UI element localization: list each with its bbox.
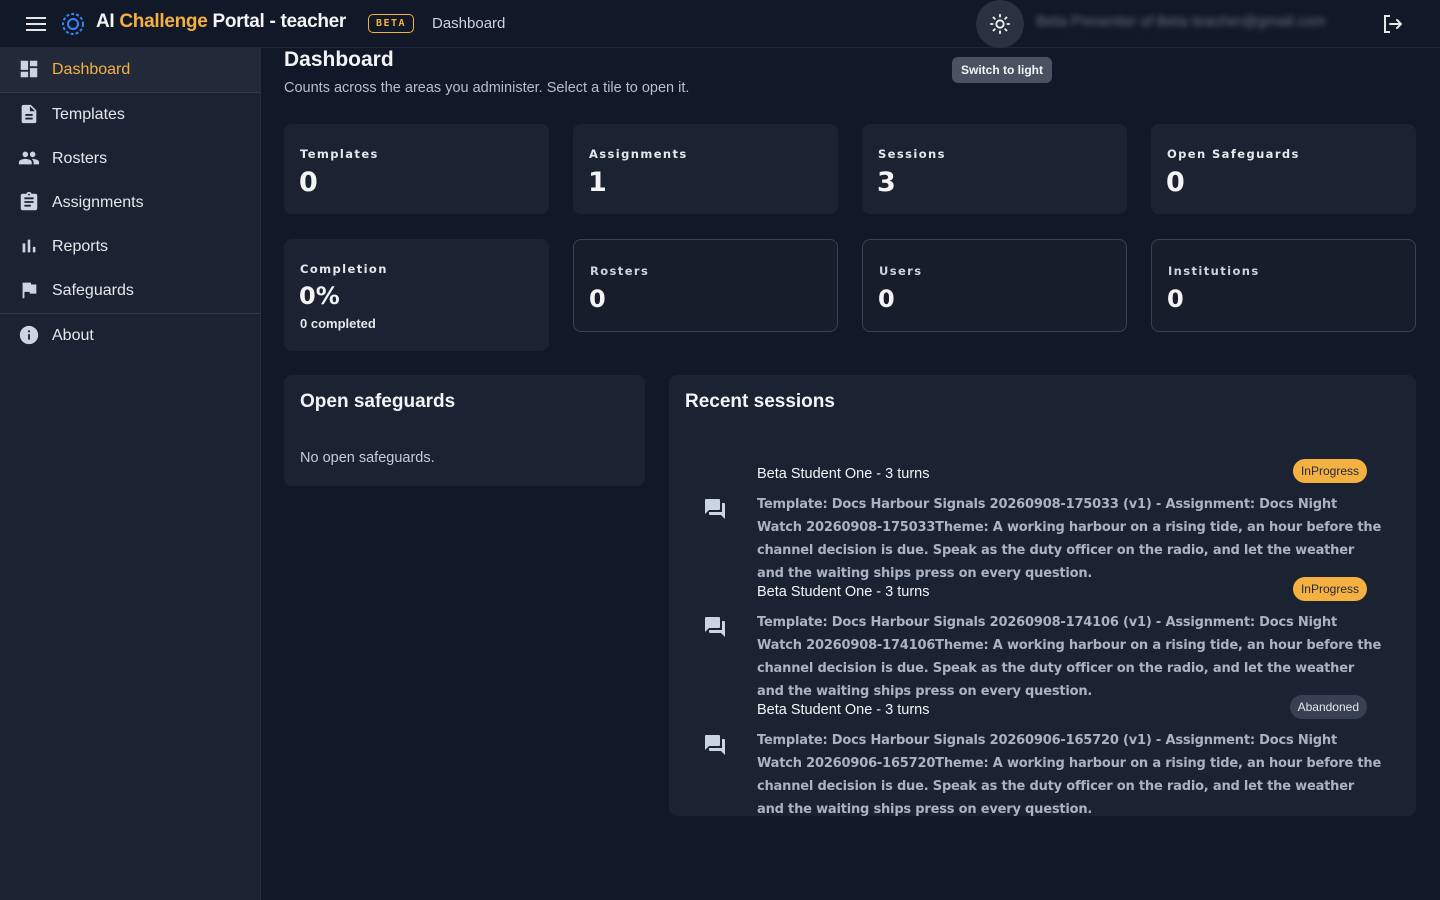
status-badge: InProgress [1292,459,1367,483]
info-icon [19,325,39,345]
chat-icon [705,499,725,519]
theme-tooltip: Switch to light [952,57,1052,83]
tile-value: 0% [299,282,340,310]
sidebar: Dashboard Templates Rosters Assignments … [0,48,261,900]
theme-toggle-button[interactable] [976,0,1024,48]
logout-icon [1384,15,1402,33]
open-safeguards-panel: Open safeguards No open safeguards. [284,375,645,486]
session-description: Template: Docs Harbour Signals 20260906-… [757,733,1382,817]
sidebar-item-rosters[interactable]: Rosters [0,137,260,181]
session-list-item[interactable]: Beta Student One - 3 turns Abandoned Tem… [685,695,1385,817]
tile-label: Open Safeguards [1167,147,1300,161]
tile-sessions[interactable]: Sessions 3 [862,124,1127,214]
sidebar-item-reports[interactable]: Reports [0,225,260,269]
sidebar-item-label: Reports [52,238,109,255]
tile-assignments[interactable]: Assignments 1 [573,124,838,214]
session-title: Beta Student One - 3 turns [757,702,930,718]
tile-value: 0 [299,167,318,198]
sidebar-item-assignments[interactable]: Assignments [0,181,260,225]
tile-institutions[interactable]: Institutions 0 [1151,239,1416,332]
recent-sessions-panel: Recent sessions Beta Student One - 3 tur… [669,375,1416,817]
app-title-rest: Portal - teacher [207,11,347,32]
tile-label: Assignments [589,147,688,161]
tile-label: Sessions [878,147,946,161]
app-title-accent: Challenge [119,11,208,32]
tile-label: Institutions [1168,264,1260,278]
tile-templates[interactable]: Templates 0 [284,124,549,214]
flag-icon [22,282,37,299]
tile-users[interactable]: Users 0 [862,239,1127,332]
tile-rosters[interactable]: Rosters 0 [573,239,838,332]
hamburger-icon [26,17,46,31]
sidebar-item-about[interactable]: About [0,314,260,358]
status-badge: Abandoned [1289,695,1367,719]
people-icon [18,151,40,165]
sidebar-item-label: Dashboard [52,61,131,78]
document-icon [21,104,37,124]
session-list-item[interactable]: Beta Student One - 3 turns InProgress Te… [685,577,1385,699]
sidebar-item-label: Safeguards [52,282,134,299]
sidebar-item-label: About [52,327,94,344]
session-description: Template: Docs Harbour Signals 20260908-… [757,615,1382,699]
sidebar-item-templates[interactable]: Templates [0,93,260,137]
logo-icon [62,13,84,35]
panel-title: Recent sessions [685,391,835,412]
dashboard-icon [20,60,38,78]
app-title-main: AI [96,11,120,32]
app-bar: AI Challenge Portal - teacher BETA Dashb… [0,0,1440,48]
clipboard-icon [20,191,38,211]
page-title: Dashboard [284,48,394,71]
session-list-item[interactable]: Beta Student One - 3 turns InProgress Te… [685,459,1385,581]
app-title: AI Challenge Portal - teacher [96,11,346,33]
tile-value: 1 [588,167,607,198]
sidebar-item-safeguards[interactable]: Safeguards [0,269,260,313]
sidebar-item-label: Templates [52,106,125,123]
tile-value: 0 [1166,167,1185,198]
tile-label: Users [879,264,923,278]
sun-icon [989,13,1011,35]
tile-label: Completion [300,262,388,276]
breadcrumb: Dashboard [432,15,506,32]
user-email: Beta Presenter of Beta teacher@gmail.com [1036,13,1326,30]
empty-state-text: No open safeguards. [300,450,435,466]
bar-chart-icon [22,239,36,253]
panel-title: Open safeguards [300,391,456,412]
page-subtitle: Counts across the areas you administer. … [284,80,690,96]
chat-icon [705,735,725,755]
tile-label: Rosters [590,264,650,278]
tile-value: 0 [589,285,606,313]
tile-label: Templates [300,147,379,161]
tile-value: 3 [877,167,896,198]
session-title: Beta Student One - 3 turns [757,466,930,482]
logout-button[interactable] [1378,10,1406,38]
tile-completion[interactable]: Completion 0% 0 completed [284,239,549,351]
tile-note: 0 completed [300,316,376,331]
sidebar-item-dashboard[interactable]: Dashboard [0,48,260,92]
tile-value: 0 [878,285,895,313]
status-badge: InProgress [1292,577,1367,601]
tile-value: 0 [1167,285,1184,313]
chat-icon [705,617,725,637]
session-title: Beta Student One - 3 turns [757,584,930,600]
session-description: Template: Docs Harbour Signals 20260908-… [757,497,1382,581]
sidebar-item-label: Assignments [52,194,144,211]
tile-open-safeguards[interactable]: Open Safeguards 0 [1151,124,1416,214]
beta-badge: BETA [368,14,415,33]
menu-button[interactable] [20,12,52,36]
sidebar-item-label: Rosters [52,150,108,167]
